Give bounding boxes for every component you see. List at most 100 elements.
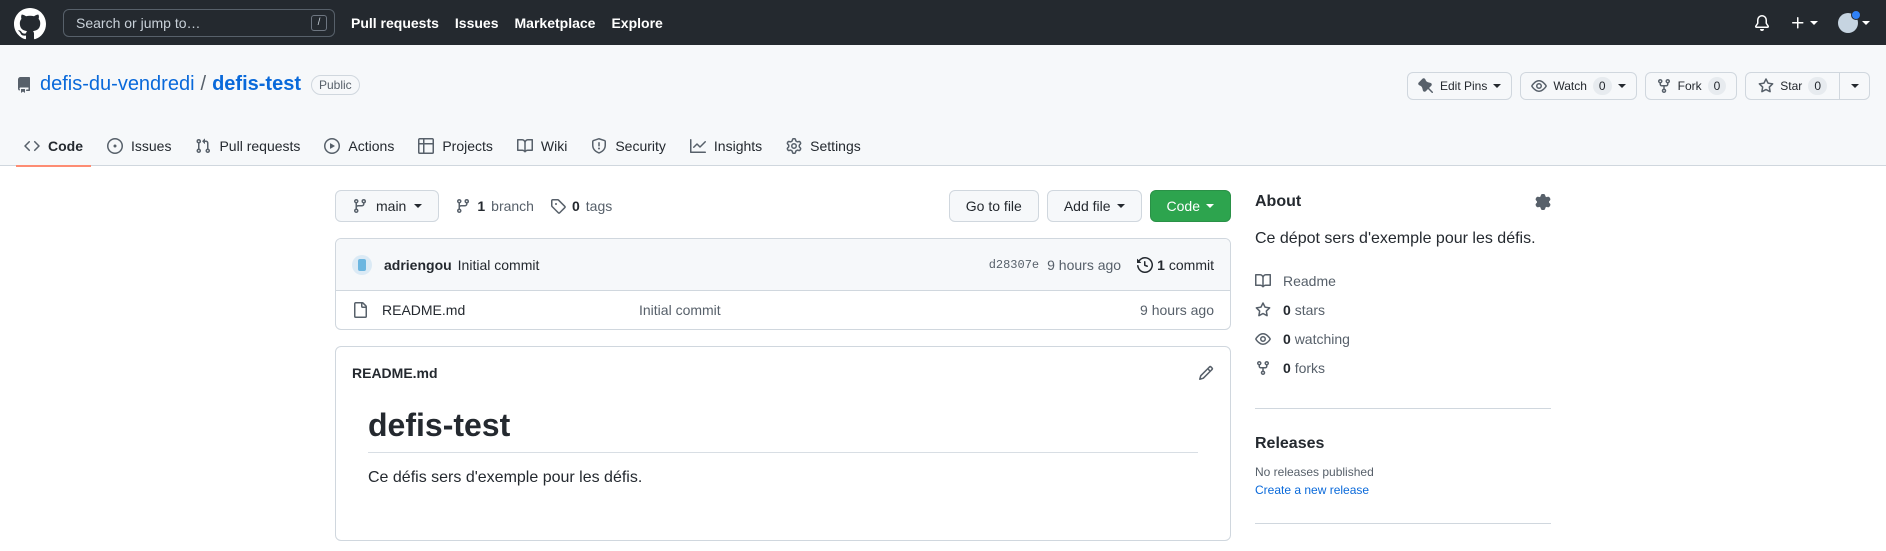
file-navigation: main 1 branch 0 tags Go to file Add file… [335, 190, 1231, 222]
pin-icon [1418, 78, 1434, 94]
tab-settings[interactable]: Settings [778, 125, 869, 166]
forks-label: forks [1294, 359, 1326, 376]
watch-button[interactable]: Watch 0 [1520, 72, 1637, 100]
chevron-down-icon [1862, 20, 1870, 25]
commit-count: 1 [1157, 257, 1165, 273]
book-icon [516, 138, 533, 152]
code-icon [24, 140, 40, 151]
repo-icon [17, 76, 30, 93]
fork-button[interactable]: Fork 0 [1644, 72, 1738, 100]
create-new-button[interactable] [1790, 15, 1818, 31]
search-input[interactable]: Search or jump to… / [63, 9, 335, 37]
tab-label: Actions [348, 137, 395, 154]
nav-marketplace[interactable]: Marketplace [515, 15, 596, 31]
readme-link[interactable]: Readme [1255, 266, 1551, 295]
repo-header: defis-du-vendredi / defis-test Public Ed… [0, 45, 1886, 167]
code-button[interactable]: Code [1149, 190, 1231, 222]
avatar [1838, 9, 1861, 33]
tab-insights[interactable]: Insights [682, 125, 770, 166]
stars-link[interactable]: 0 stars [1255, 295, 1551, 324]
issue-icon [107, 137, 123, 154]
commit-sha[interactable]: d28307e [989, 258, 1039, 272]
readme-filename[interactable]: README.md [352, 365, 438, 381]
chevron-down-icon [1810, 20, 1818, 25]
tab-label: Security [615, 137, 666, 154]
fork-icon [1657, 79, 1670, 94]
github-logo-icon[interactable] [14, 8, 46, 40]
no-releases-text: No releases published [1255, 465, 1374, 479]
commit-count-label: commit [1168, 257, 1214, 273]
chevron-down-icon [1206, 204, 1214, 208]
star-button[interactable]: Star 0 [1745, 72, 1840, 100]
history-icon [1137, 257, 1154, 273]
repo-owner-link[interactable]: defis-du-vendredi [40, 73, 195, 96]
nav-issues[interactable]: Issues [455, 15, 499, 31]
tab-label: Wiki [540, 137, 568, 154]
file-name[interactable]: README.md [382, 302, 639, 318]
tab-code[interactable]: Code [16, 125, 91, 167]
gear-icon [786, 137, 802, 154]
star-icon [1758, 78, 1774, 93]
avatar[interactable] [352, 254, 372, 275]
chevron-down-icon [1493, 84, 1502, 88]
tab-actions[interactable]: Actions [316, 125, 402, 166]
edit-pins-label: Edit Pins [1440, 79, 1488, 93]
branches-link[interactable]: 1 branch [455, 198, 534, 214]
forks-link[interactable]: 0 forks [1255, 353, 1551, 382]
repo-actions: Edit Pins Watch 0 Fork 0 Star 0 [1407, 72, 1870, 100]
eye-icon [1531, 80, 1548, 92]
fork-icon [1257, 360, 1269, 375]
eye-icon [1255, 332, 1271, 345]
nav-explore[interactable]: Explore [611, 15, 662, 31]
tab-issues[interactable]: Issues [99, 125, 179, 166]
shield-icon [592, 137, 607, 154]
bell-icon[interactable] [1754, 14, 1770, 31]
branch-select-button[interactable]: main [335, 190, 440, 222]
readme-heading: defis-test [368, 407, 1198, 453]
commit-author[interactable]: adriengou [384, 257, 452, 273]
go-to-file-label: Go to file [965, 198, 1022, 214]
create-release-link[interactable]: Create a new release [1255, 483, 1551, 497]
tab-wiki[interactable]: Wiki [509, 125, 575, 166]
go-to-file-button[interactable]: Go to file [948, 190, 1039, 222]
chevron-down-icon [1850, 84, 1859, 88]
add-file-button[interactable]: Add file [1046, 190, 1142, 222]
releases-title[interactable]: Releases [1255, 435, 1551, 453]
table-row[interactable]: README.md Initial commit 9 hours ago [336, 291, 1230, 329]
latest-commit: adriengou Initial commit d28307e 9 hours… [336, 239, 1230, 291]
readme-box: README.md defis-test Ce défis sers d'exe… [335, 346, 1231, 541]
repo-separator: / [200, 73, 207, 95]
tab-projects[interactable]: Projects [410, 125, 501, 166]
commit-message[interactable]: Initial commit [458, 257, 540, 273]
forks-count: 0 [1283, 359, 1291, 376]
edit-pins-button[interactable]: Edit Pins [1407, 72, 1513, 100]
star-label: Star [1780, 79, 1803, 93]
star-list-dropdown[interactable] [1840, 72, 1870, 100]
about-links: Readme 0 stars 0 watching 0 forks [1255, 266, 1551, 382]
pull-request-icon [196, 138, 211, 153]
user-menu-button[interactable] [1838, 9, 1870, 33]
tab-pull-requests[interactable]: Pull requests [187, 125, 308, 166]
watch-count: 0 [1592, 77, 1612, 95]
pencil-icon[interactable] [1198, 365, 1214, 381]
commits-history-link[interactable]: 1 commit [1137, 257, 1214, 273]
watching-link[interactable]: 0 watching [1255, 324, 1551, 353]
gear-icon[interactable] [1535, 194, 1551, 210]
repo-name-link[interactable]: defis-test [212, 73, 301, 96]
readme-content: defis-test Ce défis sers d'exemple pour … [336, 399, 1230, 487]
nav-pull-requests[interactable]: Pull requests [351, 15, 439, 31]
tab-security[interactable]: Security [583, 125, 674, 166]
table-icon [418, 137, 435, 154]
file-commit-message[interactable]: Initial commit [639, 302, 721, 318]
tab-label: Code [48, 137, 83, 154]
branch-name: main [376, 198, 407, 214]
chevron-down-icon [1116, 204, 1125, 208]
commit-meta: d28307e 9 hours ago 1 commit [989, 239, 1214, 291]
fork-label: Fork [1677, 79, 1702, 93]
star-icon [1255, 301, 1271, 316]
tags-link[interactable]: 0 tags [550, 198, 612, 214]
visibility-badge: Public [311, 74, 360, 95]
repo-nav: Code Issues Pull requests Actions Projec… [16, 125, 877, 167]
tab-label: Issues [131, 137, 172, 154]
add-file-label: Add file [1063, 198, 1111, 214]
